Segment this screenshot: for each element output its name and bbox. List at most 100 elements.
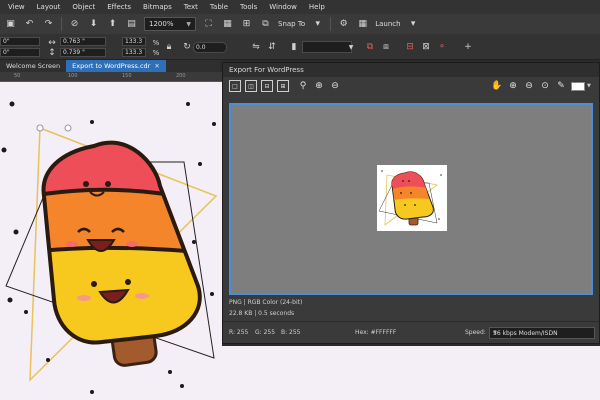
selection-node[interactable] bbox=[36, 124, 44, 132]
hex-value: Hex: #FFFFFF bbox=[355, 329, 397, 336]
dialog-title: Export For WordPress bbox=[223, 63, 599, 77]
blue-value: B: 255 bbox=[281, 329, 301, 336]
close-icon[interactable]: ✕ bbox=[154, 62, 159, 70]
publish-pdf-icon[interactable]: ▤ bbox=[125, 18, 138, 31]
chevron-down-icon: ▼ bbox=[587, 83, 591, 89]
to-back-icon[interactable]: ⧈ bbox=[380, 41, 392, 53]
chevron-down-icon: ▼ bbox=[186, 20, 191, 28]
height-icon: ↕ bbox=[48, 48, 56, 58]
lock-ratio-icon[interactable]: 🔒︎ bbox=[163, 41, 175, 53]
chevron-down-icon: ▼ bbox=[493, 330, 497, 336]
standard-toolbar: ▣ ↶ ↷ ⊘ ⬇ ⬆ ▤ 1200% ▼ ⛶ ▦ ⊞ ⧉ Snap To ▾ ⚙… bbox=[0, 14, 600, 34]
zoom-out-icon[interactable]: ⊖ bbox=[523, 80, 535, 92]
dialog-toolbar: □ ◫ ⊟ ⊞ ⚲ ⊕ ⊖ ✋ ⊕ ⊖ ⊙ ✎ ▼ bbox=[223, 77, 599, 95]
launch-app-icon[interactable]: ▦ bbox=[356, 18, 369, 31]
zoom-fit-icon[interactable]: ⊙ bbox=[539, 80, 551, 92]
y-position-field[interactable]: 0" bbox=[0, 48, 40, 57]
single-view-icon[interactable]: □ bbox=[229, 80, 241, 92]
separator bbox=[61, 17, 62, 31]
paste-icon[interactable]: ▣ bbox=[4, 18, 17, 31]
x-position-field[interactable]: 0" bbox=[0, 37, 40, 46]
speed-label: Speed: bbox=[465, 329, 486, 336]
menu-object[interactable]: Object bbox=[72, 3, 95, 11]
convert-to-curves-icon[interactable]: ⚬ bbox=[436, 41, 448, 53]
width-field[interactable]: 0.763 " bbox=[60, 37, 106, 46]
rotate-icon: ↻ bbox=[183, 42, 191, 52]
ruler-tick-label: 150 bbox=[122, 73, 132, 79]
export-preview-area[interactable] bbox=[229, 103, 593, 295]
drawing-canvas[interactable] bbox=[0, 82, 222, 400]
zoom-out-icon[interactable]: ⊖ bbox=[329, 80, 341, 92]
percent-icon: % bbox=[152, 49, 160, 57]
to-front-icon[interactable]: ⧉ bbox=[364, 41, 376, 53]
ruler-tick-label: 100 bbox=[68, 73, 78, 79]
coreldraw-window: View Layout Object Effects Bitmaps Text … bbox=[0, 0, 600, 400]
drawing-canvas-lower[interactable] bbox=[222, 346, 600, 400]
gear-icon[interactable]: ⚙ bbox=[337, 18, 350, 31]
export-icon[interactable]: ⬆ bbox=[106, 18, 119, 31]
tab-welcome-screen[interactable]: Welcome Screen bbox=[0, 60, 66, 72]
tab-export-to-wordpress[interactable]: Export to WordPress.cdr ✕ bbox=[66, 60, 166, 72]
quick-trace-icon[interactable]: ⊠ bbox=[420, 41, 432, 53]
menu-text[interactable]: Text bbox=[184, 3, 198, 11]
redo-icon[interactable]: ↷ bbox=[42, 18, 55, 31]
search-content-icon[interactable]: ⊘ bbox=[68, 18, 81, 31]
property-bar: 0" 0" ↔ ↕ 0.763 " 0.739 " 133.3 133.3 % … bbox=[0, 34, 600, 60]
red-value: R: 255 bbox=[229, 329, 249, 336]
preview-thumbnail bbox=[377, 165, 447, 231]
speed-select[interactable]: 56 kbps Modem/ISDN ▼ bbox=[489, 327, 595, 339]
dialog-status-bar: R: 255 G: 255 B: 255 Hex: #FFFFFF Speed:… bbox=[223, 321, 599, 343]
eyedropper-icon[interactable]: ✎ bbox=[555, 80, 567, 92]
menu-table[interactable]: Table bbox=[210, 3, 228, 11]
mirror-horizontal-icon[interactable]: ⇋ bbox=[250, 41, 262, 53]
chevron-down-icon[interactable]: ▼ bbox=[345, 41, 357, 53]
split-horizontal-icon[interactable]: ⊟ bbox=[261, 80, 273, 92]
chevron-down-icon[interactable]: ▾ bbox=[407, 18, 420, 31]
separator bbox=[330, 17, 332, 31]
quad-view-icon[interactable]: ⊞ bbox=[277, 80, 289, 92]
show-grid-icon[interactable]: ⊞ bbox=[240, 18, 253, 31]
rotation-angle-field[interactable]: 0.0 bbox=[193, 42, 227, 53]
snap-icon[interactable]: ⧉ bbox=[259, 18, 272, 31]
ruler-tick-label: 50 bbox=[14, 73, 21, 79]
horizontal-ruler[interactable]: 50 100 150 200 bbox=[0, 72, 222, 82]
snap-to-menu[interactable]: Snap To bbox=[278, 20, 305, 28]
chevron-down-icon[interactable]: ▾ bbox=[311, 18, 324, 31]
menu-view[interactable]: View bbox=[8, 3, 25, 11]
menu-layout[interactable]: Layout bbox=[37, 3, 61, 11]
scale-width-field[interactable]: 133.3 bbox=[122, 37, 146, 46]
menu-window[interactable]: Window bbox=[269, 3, 297, 11]
split-vertical-icon[interactable]: ◫ bbox=[245, 80, 257, 92]
menu-tools[interactable]: Tools bbox=[240, 3, 257, 11]
zoom-icon[interactable]: ⚲ bbox=[297, 80, 309, 92]
popsicle-body bbox=[43, 142, 200, 343]
export-for-wordpress-dialog: Export For WordPress □ ◫ ⊟ ⊞ ⚲ ⊕ ⊖ ✋ ⊕ ⊖… bbox=[222, 62, 600, 344]
zoom-level-select[interactable]: 1200% ▼ bbox=[144, 17, 196, 31]
green-value: G: 255 bbox=[255, 329, 276, 336]
import-icon[interactable]: ⬇ bbox=[87, 18, 100, 31]
ruler-tick-label: 200 bbox=[176, 73, 186, 79]
full-screen-icon[interactable]: ⛶ bbox=[202, 18, 215, 31]
menu-effects[interactable]: Effects bbox=[107, 3, 131, 11]
zoom-in-icon[interactable]: ⊕ bbox=[313, 80, 325, 92]
launch-menu[interactable]: Launch bbox=[375, 20, 400, 28]
height-field[interactable]: 0.739 " bbox=[60, 48, 106, 57]
file-size-info: 22.8 KB | 0.5 seconds bbox=[229, 310, 295, 317]
pan-hand-icon[interactable]: ✋ bbox=[491, 80, 503, 92]
thumbnail-artwork bbox=[378, 170, 442, 226]
zoom-in-icon[interactable]: ⊕ bbox=[507, 80, 519, 92]
menu-help[interactable]: Help bbox=[309, 3, 325, 11]
wrap-text-icon[interactable]: ⊟ bbox=[404, 41, 416, 53]
menu-bar: View Layout Object Effects Bitmaps Text … bbox=[0, 0, 600, 14]
scale-height-field[interactable]: 133.3 bbox=[122, 48, 146, 57]
show-rulers-icon[interactable]: ▦ bbox=[221, 18, 234, 31]
color-swatch-select[interactable]: ▼ bbox=[571, 81, 593, 92]
white-swatch bbox=[571, 81, 585, 91]
mirror-vertical-icon[interactable]: ⇵ bbox=[266, 41, 278, 53]
undo-icon[interactable]: ↶ bbox=[23, 18, 36, 31]
outline-pen-icon[interactable]: ▮ bbox=[288, 41, 300, 53]
ice-cream-artwork[interactable] bbox=[0, 82, 222, 400]
selection-node[interactable] bbox=[64, 124, 72, 132]
add-icon[interactable]: + bbox=[462, 41, 474, 53]
menu-bitmaps[interactable]: Bitmaps bbox=[143, 3, 172, 11]
